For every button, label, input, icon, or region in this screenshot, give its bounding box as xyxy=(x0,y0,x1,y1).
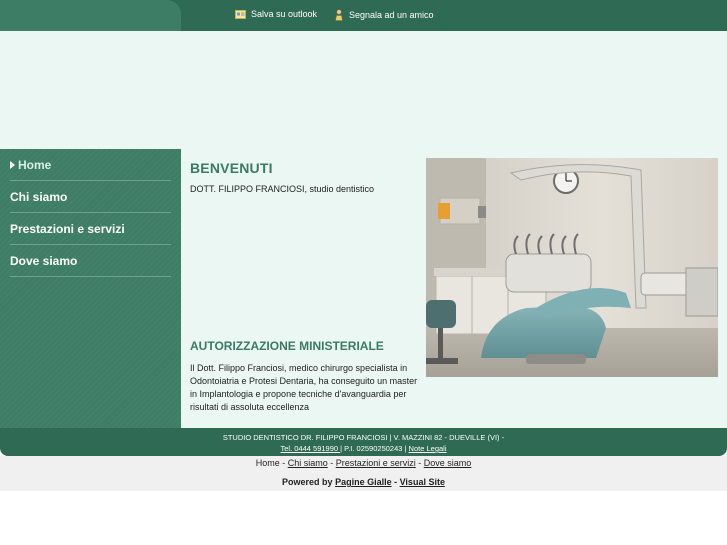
visual-site-link[interactable]: Visual Site xyxy=(400,477,445,487)
top-bar: Salva su outlook Segnala ad un amico xyxy=(0,0,727,31)
sidebar-item-chi-siamo[interactable]: Chi siamo xyxy=(10,181,171,213)
powered-by-label: Powered by xyxy=(282,477,336,487)
person-icon xyxy=(335,9,343,21)
sidebar-item-home[interactable]: Home xyxy=(10,149,171,181)
main-content: BENVENUTI DOTT. FILIPPO FRANCIOSI, studi… xyxy=(181,149,727,428)
pagine-gialle-link[interactable]: Pagine Gialle xyxy=(335,477,392,487)
bottom-nav-prestazioni[interactable]: Prestazioni e servizi xyxy=(336,458,416,468)
sidebar-item-dove-siamo[interactable]: Dove siamo xyxy=(10,245,171,277)
sidebar-item-prestazioni[interactable]: Prestazioni e servizi xyxy=(10,213,171,245)
legal-notes-link[interactable]: Note Legali xyxy=(409,444,447,453)
sidebar-item-label: Prestazioni e servizi xyxy=(10,221,125,236)
separator: - xyxy=(279,458,288,468)
header-banner xyxy=(0,31,727,149)
dental-chair-image xyxy=(426,158,718,377)
authorization-text: Il Dott. Filippo Franciosi, medico chiru… xyxy=(190,363,418,412)
arrow-right-icon xyxy=(10,160,15,169)
recommend-friend-link[interactable]: Segnala ad un amico xyxy=(334,9,434,21)
recommend-friend-label: Segnala ad un amico xyxy=(349,10,434,20)
dental-office-photo xyxy=(426,158,718,377)
authorization-heading: AUTORIZZAZIONE MINISTERIALE xyxy=(190,339,384,353)
powered-by: Powered by Pagine Gialle - Visual Site xyxy=(0,477,727,487)
separator: - xyxy=(415,458,424,468)
sidebar-item-label: Dove siamo xyxy=(10,253,78,268)
sidebar-item-label: Chi siamo xyxy=(10,189,68,204)
bottom-nav-dove-siamo[interactable]: Dove siamo xyxy=(424,458,472,468)
separator: - xyxy=(391,477,400,487)
bottom-nav: Home - Chi siamo - Prestazioni e servizi… xyxy=(0,456,727,491)
separator: - xyxy=(327,458,336,468)
outlook-card-icon xyxy=(235,9,246,19)
sidebar-item-label: Home xyxy=(18,157,52,172)
save-outlook-label: Salva su outlook xyxy=(251,9,318,19)
welcome-heading: BENVENUTI xyxy=(190,160,273,176)
studio-subtitle: DOTT. FILIPPO FRANCIOSI, studio dentisti… xyxy=(190,184,375,194)
bottom-nav-links: Home - Chi siamo - Prestazioni e servizi… xyxy=(0,456,727,468)
top-bar-tab xyxy=(0,0,181,31)
sidebar-nav: Home Chi siamo Prestazioni e servizi Dov… xyxy=(0,149,181,428)
phone-link[interactable]: Tel. 0444 591990 xyxy=(281,444,341,453)
footer-bar: STUDIO DENTISTICO DR. FILIPPO FRANCIOSI … xyxy=(0,428,727,456)
footer-address: STUDIO DENTISTICO DR. FILIPPO FRANCIOSI … xyxy=(222,433,505,442)
bottom-nav-chi-siamo[interactable]: Chi siamo xyxy=(288,458,328,468)
footer-contacts: Tel. 0444 591990 | P.I. 02590250243 | No… xyxy=(0,443,727,454)
footer-vat: | P.I. 02590250243 | xyxy=(340,444,409,453)
bottom-nav-home[interactable]: Home xyxy=(256,458,280,468)
save-outlook-link[interactable]: Salva su outlook xyxy=(235,9,317,19)
